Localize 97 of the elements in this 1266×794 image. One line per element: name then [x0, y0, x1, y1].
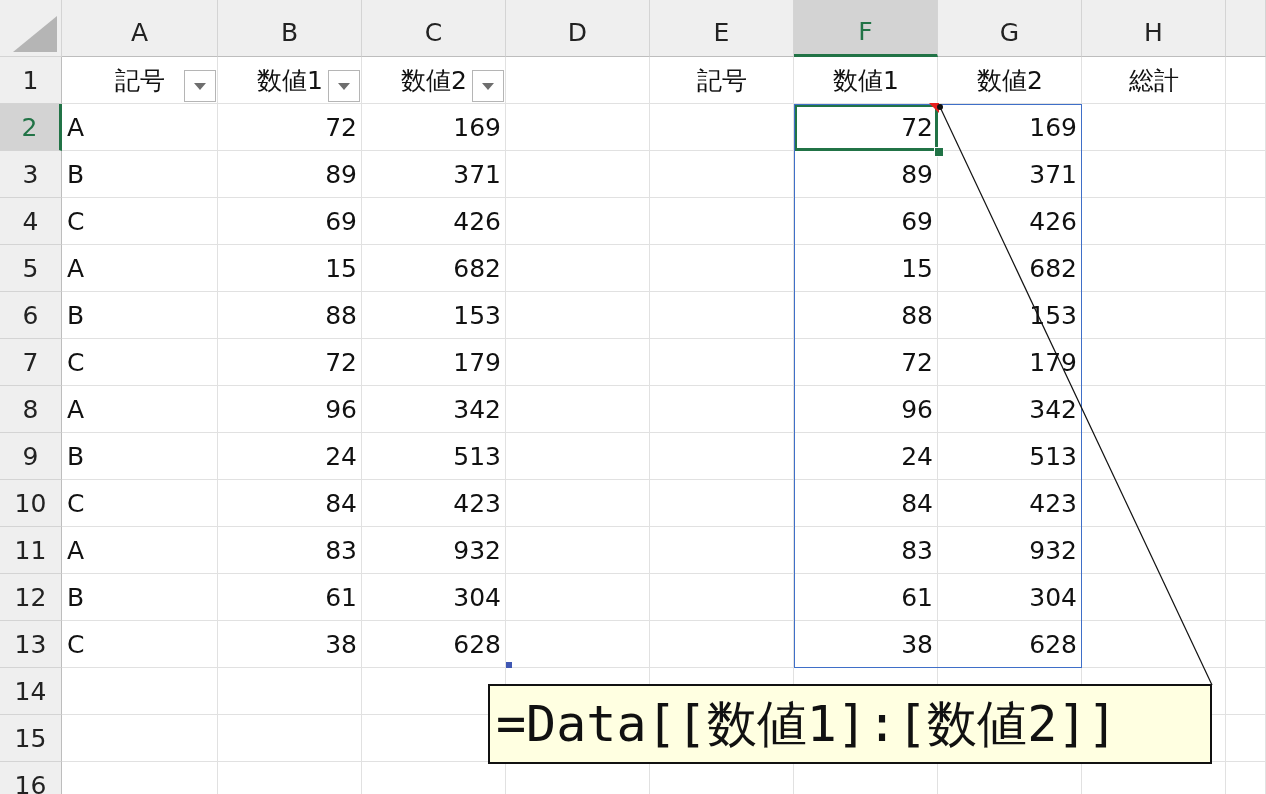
table-cell-text: 72 — [324, 347, 358, 379]
table-cell-text: A — [66, 253, 86, 285]
table-cell-text: 72 — [324, 112, 358, 144]
table-cell-text: 数値1 — [832, 65, 900, 97]
row-header[interactable]: 15 — [0, 715, 62, 762]
table-cell-text: 371 — [452, 159, 502, 191]
filter-button[interactable] — [472, 70, 504, 102]
table-cell-text: 38 — [900, 629, 934, 661]
table-cell-text: 423 — [1028, 488, 1078, 520]
table-cell-text: 数値2 — [976, 65, 1044, 97]
table-cell-text: 88 — [324, 300, 358, 332]
table-cell-text: 426 — [1028, 206, 1078, 238]
table-cell-text: A — [66, 394, 86, 426]
row-header[interactable]: 10 — [0, 480, 62, 527]
row-header[interactable]: 11 — [0, 527, 62, 574]
row-header[interactable]: 4 — [0, 198, 62, 245]
table-cell-text: 426 — [452, 206, 502, 238]
table-cell-text: C — [66, 347, 86, 379]
table-cell-text: 84 — [900, 488, 934, 520]
table-cell-text: 342 — [1028, 394, 1078, 426]
table-cell-text: 513 — [452, 441, 502, 473]
row-header[interactable]: 7 — [0, 339, 62, 386]
column-header[interactable]: C — [362, 0, 506, 57]
table-cell-text: 83 — [324, 535, 358, 567]
table-cell-text: 38 — [324, 629, 358, 661]
table-cell-text: C — [66, 206, 86, 238]
table-cell-text: 総計 — [1128, 65, 1180, 97]
table-cell-text: 記号 — [696, 65, 748, 97]
table-cell-text: 61 — [324, 582, 358, 614]
table-cell-text: 179 — [452, 347, 502, 379]
table-cell-text: 682 — [452, 253, 502, 285]
table-cell-text: 96 — [324, 394, 358, 426]
table-cell-text: 304 — [452, 582, 502, 614]
table-cell-text: 169 — [452, 112, 502, 144]
table-cell-text: 15 — [324, 253, 358, 285]
table-cell-text: 15 — [900, 253, 934, 285]
table-cell-text: 153 — [452, 300, 502, 332]
table-cell-text: 932 — [1028, 535, 1078, 567]
caret-icon — [482, 82, 494, 90]
row-header[interactable]: 2 — [0, 104, 62, 151]
table-cell-text: 513 — [1028, 441, 1078, 473]
table-cell-text: 89 — [900, 159, 934, 191]
table-cell-text: 96 — [900, 394, 934, 426]
table-cell-text: 628 — [452, 629, 502, 661]
row-header[interactable]: 9 — [0, 433, 62, 480]
filter-button[interactable] — [328, 70, 360, 102]
filter-button[interactable] — [184, 70, 216, 102]
column-header[interactable]: H — [1082, 0, 1226, 57]
table-cell-text: 371 — [1028, 159, 1078, 191]
table-cell-text: 169 — [1028, 112, 1078, 144]
table-cell-text: B — [66, 159, 86, 191]
table-cell-text: 72 — [900, 347, 934, 379]
column-header[interactable]: B — [218, 0, 362, 57]
table-cell-text: 932 — [452, 535, 502, 567]
caret-icon — [338, 82, 350, 90]
comment-text: =Data[[数値1]:[数値2]] — [496, 693, 1118, 755]
table-cell-text: 61 — [900, 582, 934, 614]
table-cell-text: 89 — [324, 159, 358, 191]
table-cell-text: 69 — [324, 206, 358, 238]
table-cell-text: C — [66, 629, 86, 661]
row-header[interactable]: 12 — [0, 574, 62, 621]
table-cell-text: A — [66, 535, 86, 567]
table-cell-text: 24 — [900, 441, 934, 473]
table-cell-text: C — [66, 488, 86, 520]
table-cell-text: 数値1 — [257, 65, 323, 97]
table-cell-text: 83 — [900, 535, 934, 567]
table-cell-text: 88 — [900, 300, 934, 332]
row-header[interactable]: 5 — [0, 245, 62, 292]
row-header[interactable]: 8 — [0, 386, 62, 433]
caret-icon — [194, 82, 206, 90]
row-header[interactable]: 16 — [0, 762, 62, 794]
column-header[interactable]: G — [938, 0, 1082, 57]
table-cell-text: 682 — [1028, 253, 1078, 285]
row-header[interactable]: 6 — [0, 292, 62, 339]
column-header[interactable]: E — [650, 0, 794, 57]
table-cell-text: B — [66, 582, 86, 614]
row-header[interactable]: 3 — [0, 151, 62, 198]
row-header[interactable]: 1 — [0, 57, 62, 104]
table-cell-text: B — [66, 300, 86, 332]
table-cell-text: 304 — [1028, 582, 1078, 614]
column-header[interactable]: D — [506, 0, 650, 57]
table-cell-text: 423 — [452, 488, 502, 520]
table-cell-text: A — [66, 112, 86, 144]
column-header[interactable]: A — [62, 0, 218, 57]
table-cell-text: 数値2 — [401, 65, 467, 97]
row-header[interactable]: 13 — [0, 621, 62, 668]
table-cell-text: B — [66, 441, 86, 473]
table-cell-text: 342 — [452, 394, 502, 426]
table-cell-text: 628 — [1028, 629, 1078, 661]
table-cell-text: 69 — [900, 206, 934, 238]
column-header[interactable]: F — [794, 0, 938, 57]
row-header[interactable]: 14 — [0, 668, 62, 715]
table-cell-text: 記号 — [115, 65, 165, 97]
table-cell-text: 24 — [324, 441, 358, 473]
table-resize-handle[interactable] — [506, 662, 512, 668]
table-cell-text: 84 — [324, 488, 358, 520]
fill-handle[interactable] — [934, 147, 944, 157]
